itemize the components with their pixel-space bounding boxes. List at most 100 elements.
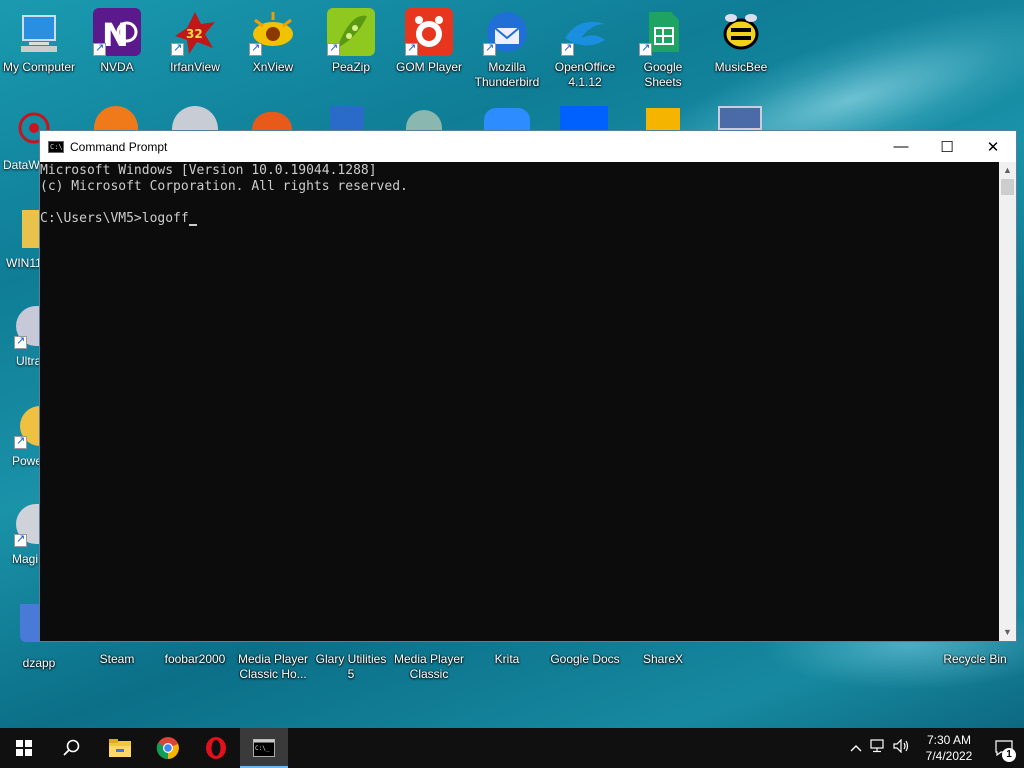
clock-time: 7:30 AM — [926, 733, 972, 747]
desktop-icon-partial-magic[interactable]: Magi — [0, 502, 40, 568]
taskbar: C:\_ 7:30 AM 7/4/2022 1 — [0, 728, 1024, 768]
desktop-icon-steam[interactable]: Steam — [78, 640, 156, 667]
desktop-icon-musicbee[interactable]: MusicBee — [702, 8, 780, 75]
desktop-icon-label: Mozilla Thunderbird — [474, 60, 540, 89]
desktop-icon-label: Glary Utilities 5 — [315, 652, 387, 681]
desktop-icon-media-player-classic-home[interactable]: Media Player Classic Ho... — [234, 640, 312, 682]
folder-icon — [109, 739, 131, 757]
desktop-icon-my-computer[interactable]: My Computer — [0, 8, 78, 75]
gom-player-icon — [405, 8, 453, 56]
windows-logo-icon — [16, 740, 32, 756]
desktop-icon-partial-power[interactable]: Powe — [0, 404, 43, 470]
desktop-icon-partial-orange[interactable] — [252, 112, 292, 130]
xnview-icon — [249, 8, 297, 56]
start-button[interactable] — [0, 728, 48, 768]
desktop-icon-partial-disc[interactable] — [172, 106, 218, 130]
musicbee-icon — [717, 8, 765, 56]
window-title: Command Prompt — [70, 139, 168, 154]
console-prompt-line: C:\Users\VM5>logoff — [40, 211, 1000, 227]
desktop-icon-label: Powe — [12, 454, 43, 468]
thunderbird-icon — [483, 8, 531, 56]
console-output[interactable]: Microsoft Windows [Version 10.0.19044.12… — [40, 162, 1000, 641]
desktop-icon-label: Krita — [494, 652, 520, 666]
desktop-icon-partial-slides[interactable] — [646, 108, 680, 130]
scroll-up-arrow-icon[interactable]: ▲ — [999, 162, 1016, 179]
desktop-icon-label: My Computer — [2, 60, 76, 74]
irfanview-icon: 32 — [171, 8, 219, 56]
window-title-bar[interactable]: C:\ Command Prompt — ☐ ✕ — [40, 131, 1016, 162]
notification-badge: 1 — [1002, 748, 1016, 762]
desktop-icon-label: foobar2000 — [164, 652, 226, 666]
shortcut-arrow-icon — [93, 41, 106, 56]
desktop-icon-label: Steam — [99, 652, 135, 666]
desktop-icon-partial-win11[interactable]: WIN11 — [0, 206, 42, 272]
search-button[interactable] — [48, 728, 96, 768]
desktop-icon-partial-zoom[interactable] — [484, 108, 530, 130]
maximize-button[interactable]: ☐ — [924, 131, 970, 162]
desktop-icon-label: dzapp — [22, 656, 56, 670]
vertical-scrollbar[interactable]: ▲ ▼ — [999, 162, 1016, 641]
desktop-icon-google-docs[interactable]: Google Docs — [546, 640, 624, 667]
taskbar-command-prompt[interactable]: C:\_ — [240, 728, 288, 768]
desktop-icon-partial-ultraiso[interactable]: Ultra — [0, 304, 41, 370]
text-cursor — [188, 224, 197, 226]
desktop-icon-partial-monitor[interactable] — [718, 106, 762, 130]
taskbar-opera[interactable] — [192, 728, 240, 768]
scrollbar-thumb[interactable] — [1001, 179, 1014, 195]
taskbar-file-explorer[interactable] — [96, 728, 144, 768]
minimize-button[interactable]: — — [878, 131, 924, 162]
desktop-icon-label: IrfanView — [170, 60, 220, 74]
show-hidden-icons-button[interactable] — [846, 741, 866, 755]
desktop-icon-label: XnView — [252, 60, 294, 74]
command-prompt-icon: C:\ — [48, 140, 64, 153]
desktop-icon-partial-dropbox[interactable] — [560, 106, 608, 130]
peazip-icon — [327, 8, 375, 56]
close-button[interactable]: ✕ — [970, 131, 1016, 162]
taskbar-chrome[interactable] — [144, 728, 192, 768]
desktop-icon-foobar2000[interactable]: foobar2000 — [156, 640, 234, 667]
desktop-icon-gom-player[interactable]: GOM Player — [390, 8, 468, 75]
desktop-icon-mozilla-thunderbird[interactable]: Mozilla Thunderbird — [468, 8, 546, 90]
command-prompt-window[interactable]: C:\ Command Prompt — ☐ ✕ Microsoft Windo… — [39, 130, 1017, 642]
search-icon — [63, 739, 80, 756]
desktop-icon-irfanview[interactable]: 32 IrfanView — [156, 8, 234, 75]
desktop-icon-label: MusicBee — [714, 60, 768, 74]
desktop-icon-partial-datawrangler[interactable]: DataW — [0, 108, 50, 174]
desktop-icon-recycle-bin[interactable]: Recycle Bin — [936, 640, 1014, 667]
shortcut-arrow-icon — [14, 434, 27, 449]
desktop-icon-label: NVDA — [100, 60, 134, 74]
desktop-icon-media-player-classic[interactable]: Media Player Classic — [390, 640, 468, 682]
shortcut-arrow-icon — [483, 41, 496, 56]
desktop-icon-nvda[interactable]: N NVDA — [78, 8, 156, 75]
speaker-icon — [893, 738, 909, 753]
desktop-icon-google-sheets[interactable]: Google Sheets — [624, 8, 702, 90]
scroll-down-arrow-icon[interactable]: ▼ — [999, 624, 1016, 641]
desktop-icon-sharex[interactable]: ShareX — [624, 640, 702, 667]
google-sheets-icon — [639, 8, 687, 56]
shortcut-arrow-icon — [171, 41, 184, 56]
desktop-icon-partial-lock[interactable] — [330, 106, 364, 130]
desktop-icon-peazip[interactable]: PeaZip — [312, 8, 390, 75]
command-prompt-icon: C:\_ — [253, 739, 275, 757]
desktop-icon-openoffice[interactable]: OpenOffice 4.1.12 — [546, 8, 624, 90]
desktop-icon-glary-utilities[interactable]: Glary Utilities 5 — [312, 640, 390, 682]
shortcut-arrow-icon — [561, 41, 574, 56]
system-tray: 7:30 AM 7/4/2022 1 — [846, 728, 1024, 768]
folder-icon — [22, 210, 40, 248]
svg-text:C:\_: C:\_ — [255, 745, 270, 752]
shortcut-arrow-icon — [249, 41, 262, 56]
desktop-icon-xnview[interactable]: XnView — [234, 8, 312, 75]
openoffice-icon — [561, 8, 609, 56]
shortcut-arrow-icon — [14, 532, 27, 547]
network-icon — [870, 738, 884, 752]
clock[interactable]: 7:30 AM 7/4/2022 — [914, 732, 984, 764]
desktop-icon-label: GOM Player — [395, 60, 462, 74]
volume-button[interactable] — [890, 738, 914, 758]
action-center-button[interactable]: 1 — [984, 728, 1024, 768]
desktop-icon-partial-teal[interactable] — [406, 110, 442, 130]
desktop-icon-partial-firefox[interactable] — [94, 106, 138, 130]
desktop-icon-krita[interactable]: Krita — [468, 640, 546, 667]
desktop-icon-label: Media Player Classic — [393, 652, 465, 681]
network-button[interactable] — [866, 738, 890, 758]
